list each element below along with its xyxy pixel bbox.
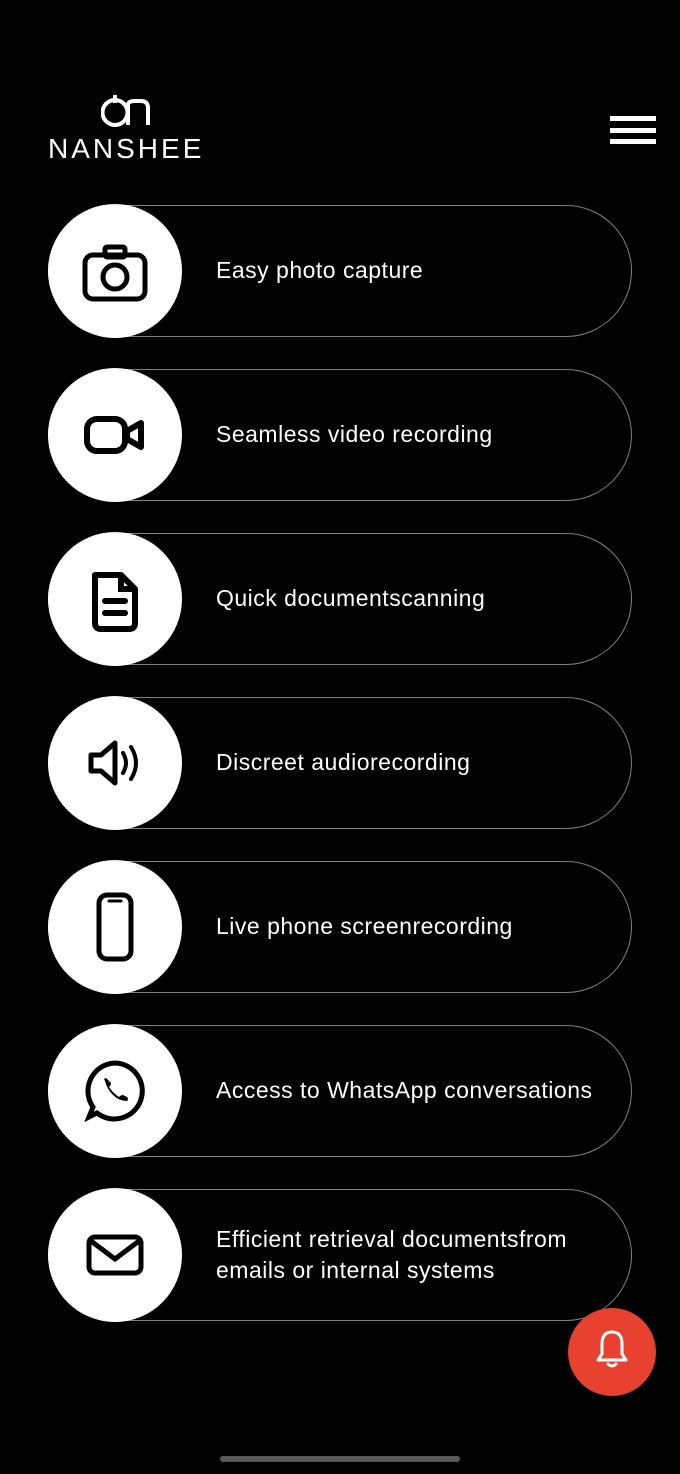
feature-label: Seamless video recording (216, 419, 493, 450)
feature-video-recording[interactable]: Seamless video recording (48, 369, 632, 501)
feature-photo-capture[interactable]: Easy photo capture (48, 205, 632, 337)
menu-button[interactable] (610, 116, 656, 144)
bell-icon (592, 1328, 632, 1377)
header: NANSHEE (0, 0, 680, 205)
feature-whatsapp-access[interactable]: Access to WhatsApp conversations (48, 1025, 632, 1157)
camera-icon (48, 204, 182, 338)
brand-name: NANSHEE (48, 133, 204, 165)
feature-label: Access to WhatsApp conversations (216, 1075, 593, 1106)
brand-logo: NANSHEE (48, 95, 204, 165)
feature-label: Live phone screenrecording (216, 911, 513, 942)
feature-document-retrieval[interactable]: Efficient retrieval documentsfrom emails… (48, 1189, 632, 1321)
mail-icon (48, 1188, 182, 1322)
logo-icon (101, 95, 151, 131)
feature-label: Efficient retrieval documentsfrom emails… (216, 1224, 596, 1286)
whatsapp-icon (48, 1024, 182, 1158)
speaker-icon (48, 696, 182, 830)
home-indicator[interactable] (220, 1456, 460, 1462)
feature-list: Easy photo capture Seamless video record… (0, 205, 680, 1321)
feature-screen-recording[interactable]: Live phone screenrecording (48, 861, 632, 993)
document-icon (48, 532, 182, 666)
feature-label: Quick documentscanning (216, 583, 485, 614)
notification-button[interactable] (568, 1308, 656, 1396)
feature-audio-recording[interactable]: Discreet audiorecording (48, 697, 632, 829)
feature-label: Discreet audiorecording (216, 747, 470, 778)
feature-document-scanning[interactable]: Quick documentscanning (48, 533, 632, 665)
video-icon (48, 368, 182, 502)
feature-label: Easy photo capture (216, 255, 423, 286)
phone-icon (48, 860, 182, 994)
